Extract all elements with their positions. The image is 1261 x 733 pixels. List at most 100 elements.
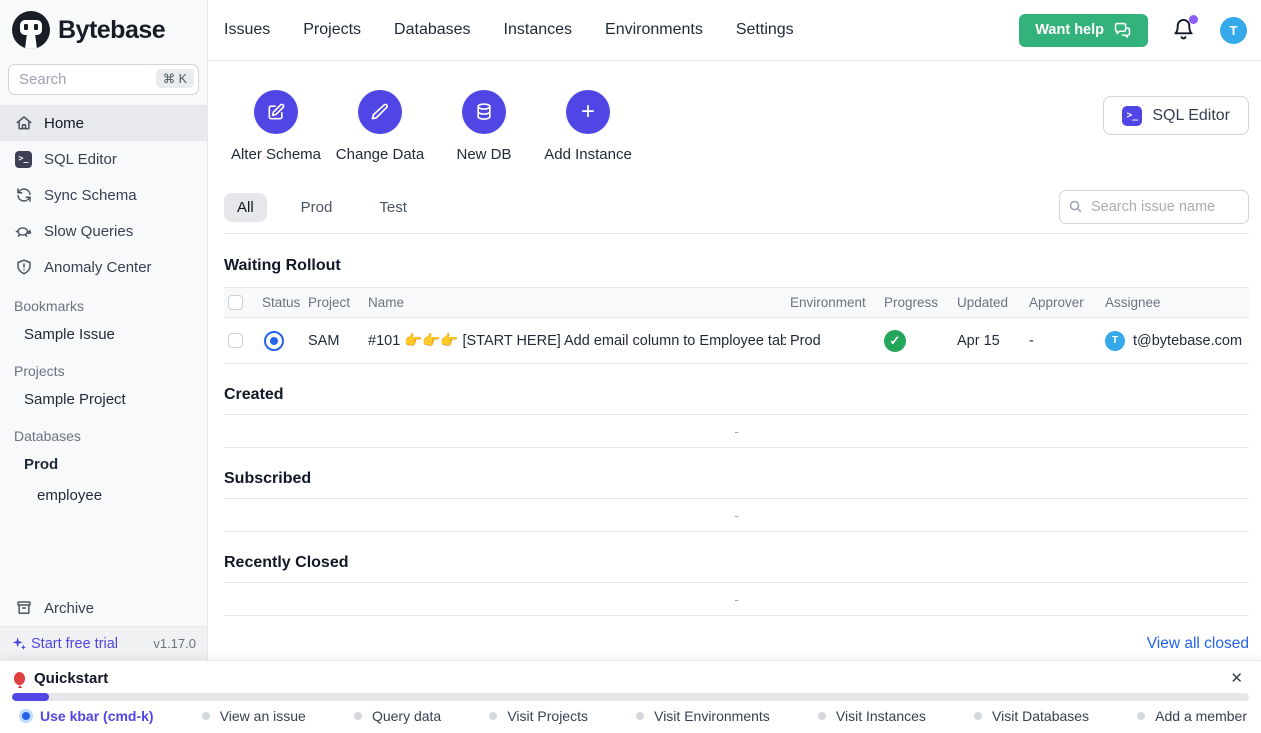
view-all-closed-link[interactable]: View all closed <box>1147 635 1249 652</box>
col-status: Status <box>258 288 304 318</box>
nav-environments[interactable]: Environments <box>605 21 703 39</box>
task-label: Add a member <box>1155 708 1247 724</box>
edit-square-icon <box>254 90 298 134</box>
task-query-data[interactable]: Query data <box>354 708 441 724</box>
quick-actions: Alter Schema Change Data N <box>224 90 640 163</box>
terminal-icon: >_ <box>1122 106 1142 126</box>
issue-search-input[interactable] <box>1059 190 1249 224</box>
nav-instances[interactable]: Instances <box>504 21 572 39</box>
quick-actions-row: Alter Schema Change Data N <box>224 90 1249 163</box>
alter-schema-button[interactable]: Alter Schema <box>224 90 328 163</box>
sidebar-group-projects: Projects <box>0 350 207 384</box>
task-dot-icon <box>1137 712 1145 720</box>
sidebar-spacer <box>0 511 207 590</box>
tab-all[interactable]: All <box>224 193 267 222</box>
new-db-button[interactable]: New DB <box>432 90 536 163</box>
close-icon[interactable]: ✕ <box>1226 669 1247 688</box>
assignee-avatar: T <box>1105 331 1125 351</box>
task-visit-environments[interactable]: Visit Environments <box>636 708 770 724</box>
task-view-an-issue[interactable]: View an issue <box>202 708 306 724</box>
task-label: View an issue <box>220 708 306 724</box>
section-title-waiting-rollout: Waiting Rollout <box>224 257 1249 275</box>
nav-databases[interactable]: Databases <box>394 21 471 39</box>
want-help-button[interactable]: Want help <box>1019 14 1148 47</box>
task-label: Use kbar (cmd-k) <box>40 708 154 724</box>
pencil-icon <box>358 90 402 134</box>
row-checkbox[interactable] <box>228 333 243 348</box>
header-right: Want help T <box>1019 14 1247 47</box>
quickstart-tasks: Use kbar (cmd-k) View an issue Query dat… <box>0 701 1261 733</box>
issue-name[interactable]: #101 👉👉👉 [START HERE] Add email column t… <box>364 318 786 364</box>
sidebar-item-sample-issue[interactable]: Sample Issue <box>0 319 207 350</box>
notification-bell-icon[interactable] <box>1172 18 1196 42</box>
sidebar-item-sql-editor[interactable]: >_ SQL Editor <box>0 141 207 177</box>
task-dot-icon <box>489 712 497 720</box>
database-icon <box>462 90 506 134</box>
task-dot-icon <box>22 712 30 720</box>
top-nav: Issues Projects Databases Instances Envi… <box>224 21 794 39</box>
bytebase-app: Bytebase ⌘ K Home >_ SQL Editor Syn <box>0 0 1261 733</box>
nav-projects[interactable]: Projects <box>303 21 361 39</box>
task-visit-projects[interactable]: Visit Projects <box>489 708 588 724</box>
keyboard-shortcut-badge: ⌘ K <box>156 69 194 88</box>
balloon-icon <box>14 672 25 685</box>
tab-test[interactable]: Test <box>366 193 420 222</box>
home-icon <box>14 114 33 133</box>
select-all-checkbox[interactable] <box>228 295 243 310</box>
sidebar-item-anomaly-center[interactable]: Anomaly Center <box>0 249 207 285</box>
user-avatar[interactable]: T <box>1220 17 1247 44</box>
waiting-rollout-table: Status Project Name Environment Progress… <box>224 287 1249 364</box>
top-header: Issues Projects Databases Instances Envi… <box>208 0 1261 61</box>
task-dot-icon <box>202 712 210 720</box>
sidebar-item-sample-project[interactable]: Sample Project <box>0 384 207 415</box>
nav-settings[interactable]: Settings <box>736 21 794 39</box>
add-instance-button[interactable]: + Add Instance <box>536 90 640 163</box>
environment-tabs: All Prod Test <box>224 193 420 222</box>
sidebar-item-archive[interactable]: Archive <box>0 590 207 626</box>
task-add-a-member[interactable]: Add a member <box>1137 708 1247 724</box>
terminal-icon: >_ <box>14 150 33 169</box>
sync-icon <box>14 186 33 205</box>
col-assignee: Assignee <box>1101 288 1249 318</box>
version-label: v1.17.0 <box>153 636 196 651</box>
sidebar-item-label: SQL Editor <box>44 151 117 168</box>
col-name: Name <box>364 288 786 318</box>
quick-action-label: New DB <box>456 146 511 163</box>
sidebar-item-prod[interactable]: Prod <box>0 449 207 480</box>
sidebar-item-employee[interactable]: employee <box>0 480 207 511</box>
quick-action-label: Change Data <box>336 146 424 163</box>
start-free-trial-link[interactable]: Start free trial <box>11 636 118 652</box>
sidebar-item-label: Home <box>44 115 84 132</box>
sidebar-item-sync-schema[interactable]: Sync Schema <box>0 177 207 213</box>
sparkles-icon <box>11 636 27 652</box>
sidebar-group-bookmarks: Bookmarks <box>0 285 207 319</box>
content-body: Alter Schema Change Data N <box>208 61 1261 660</box>
quickstart-bar: Quickstart ✕ Use kbar (cmd-k) View an is… <box>0 660 1261 733</box>
sidebar-item-home[interactable]: Home <box>0 105 207 141</box>
subscribed-empty-state: - <box>224 498 1249 532</box>
task-use-kbar[interactable]: Use kbar (cmd-k) <box>22 708 154 724</box>
task-dot-icon <box>818 712 826 720</box>
logo[interactable]: Bytebase <box>0 0 207 60</box>
help-button-label: Want help <box>1035 22 1104 38</box>
progress-done-icon: ✓ <box>884 330 906 352</box>
quickstart-header: Quickstart ✕ <box>0 661 1261 690</box>
sql-editor-button-label: SQL Editor <box>1152 107 1230 125</box>
task-dot-icon <box>636 712 644 720</box>
nav-issues[interactable]: Issues <box>224 21 270 39</box>
shield-alert-icon <box>14 258 33 277</box>
sidebar-item-slow-queries[interactable]: Slow Queries <box>0 213 207 249</box>
change-data-button[interactable]: Change Data <box>328 90 432 163</box>
task-label: Visit Databases <box>992 708 1089 724</box>
task-visit-instances[interactable]: Visit Instances <box>818 708 926 724</box>
assignee-cell: T t@bytebase.com <box>1105 331 1245 351</box>
task-visit-databases[interactable]: Visit Databases <box>974 708 1089 724</box>
task-dot-icon <box>354 712 362 720</box>
sql-editor-button[interactable]: >_ SQL Editor <box>1103 96 1249 135</box>
issue-row[interactable]: SAM #101 👉👉👉 [START HERE] Add email colu… <box>224 318 1249 364</box>
sidebar-item-label: Sync Schema <box>44 187 137 204</box>
tab-prod[interactable]: Prod <box>288 193 346 222</box>
chat-bubble-icon <box>1113 22 1132 39</box>
quickstart-title-wrap: Quickstart <box>14 670 108 687</box>
quickstart-progress-track <box>12 693 1249 701</box>
